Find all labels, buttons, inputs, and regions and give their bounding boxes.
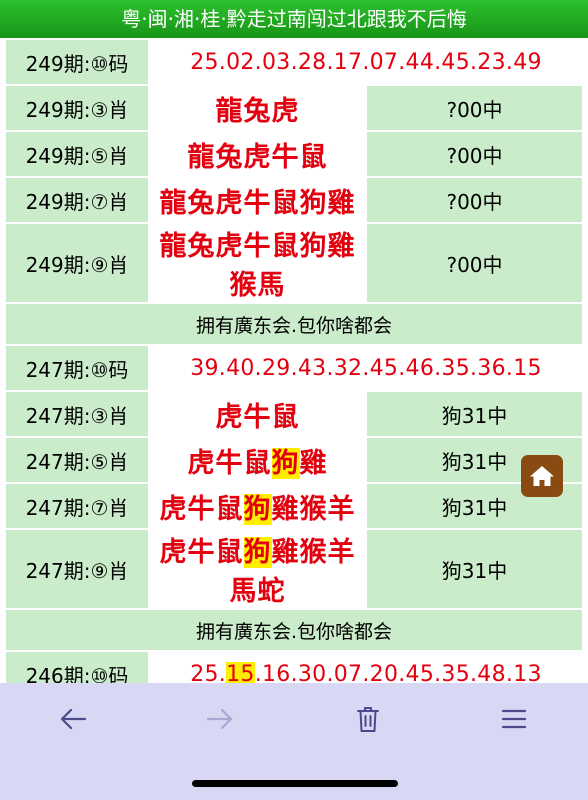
trash-icon <box>357 707 379 732</box>
back-button[interactable] <box>53 699 93 739</box>
number-text: 25. <box>190 661 227 684</box>
table-row: 249期:③肖 龍兔虎 ?00中 <box>4 84 584 132</box>
results-table-container[interactable]: 249期:⑩码 25.02.03.28.17.07.44.45.23.49 24… <box>0 38 588 683</box>
zodiac-picks: 龍兔虎牛鼠狗雞 <box>148 176 367 224</box>
table-row: 247期:⑩码 39.40.29.43.32.45.46.35.36.15 <box>4 344 584 392</box>
table-row: 247期:⑦肖 虎牛鼠狗雞猴羊 狗31中 <box>4 482 584 530</box>
zodiac-text: 雞猴羊 <box>271 493 356 525</box>
zodiac-picks: 龍兔虎牛鼠狗雞猴馬 <box>148 222 367 304</box>
zodiac-text: 虎牛鼠 <box>159 493 244 525</box>
page-header: 粤·闽·湘·桂·黔走过南闯过北跟我不后悔 <box>0 0 588 38</box>
number-picks: 25.02.03.28.17.07.44.45.23.49 <box>148 38 584 86</box>
menu-icon <box>501 709 527 729</box>
winning-highlight: 狗 <box>271 447 300 479</box>
zodiac-picks: 龍兔虎 <box>148 84 367 132</box>
number-text: .16.30.07.20.45.35.48.13 <box>254 661 542 684</box>
home-icon <box>530 466 554 486</box>
zodiac-picks: 虎牛鼠狗雞猴羊馬蛇 <box>148 528 367 610</box>
back-arrow-icon <box>60 708 87 730</box>
table-row: 249期:⑤肖 龍兔虎牛鼠 ?00中 <box>4 130 584 178</box>
home-indicator[interactable] <box>192 780 398 787</box>
zodiac-text: 虎牛鼠 <box>159 537 244 568</box>
menu-button[interactable] <box>494 699 534 739</box>
period-label: 249期:⑦肖 <box>4 176 150 224</box>
forward-button[interactable] <box>200 699 240 739</box>
forward-arrow-icon <box>206 708 233 730</box>
period-label: 247期:⑦肖 <box>4 482 150 530</box>
number-picks: 25.15.16.30.07.20.45.35.48.13 <box>148 650 584 684</box>
winning-highlight: 狗 <box>243 493 272 525</box>
home-button[interactable] <box>521 455 563 497</box>
result-cell: ?00中 <box>365 222 584 304</box>
table-row: 247期:③肖 虎牛鼠 狗31中 <box>4 390 584 438</box>
period-label: 249期:⑨肖 <box>4 222 150 304</box>
period-label: 249期:⑩码 <box>4 38 150 86</box>
delete-button[interactable] <box>348 699 388 739</box>
period-label: 249期:③肖 <box>4 84 150 132</box>
table-row: 249期:⑦肖 龍兔虎牛鼠狗雞 ?00中 <box>4 176 584 224</box>
period-label: 247期:③肖 <box>4 390 150 438</box>
header-title: 粤·闽·湘·桂·黔走过南闯过北跟我不后悔 <box>121 7 467 31</box>
winning-highlight: 15 <box>226 661 255 683</box>
table-row: 247期:⑤肖 虎牛鼠狗雞 狗31中 <box>4 436 584 484</box>
ad-banner: 拥有廣东会.包你啥都会 <box>4 302 584 346</box>
results-table: 249期:⑩码 25.02.03.28.17.07.44.45.23.49 24… <box>4 38 584 683</box>
table-row: 拥有廣东会.包你啥都会 <box>4 608 584 652</box>
result-cell: 狗31中 <box>365 528 584 610</box>
period-label: 246期:⑩码 <box>4 650 150 683</box>
table-row: 249期:⑩码 25.02.03.28.17.07.44.45.23.49 <box>4 38 584 86</box>
ad-banner: 拥有廣东会.包你啥都会 <box>4 608 584 652</box>
table-row: 246期:⑩码 25.15.16.30.07.20.45.35.48.13 <box>4 650 584 684</box>
result-cell: ?00中 <box>365 130 584 178</box>
result-cell: ?00中 <box>365 176 584 224</box>
zodiac-picks: 虎牛鼠狗雞猴羊 <box>148 482 367 530</box>
zodiac-picks: 龍兔虎牛鼠 <box>148 130 367 178</box>
number-picks: 39.40.29.43.32.45.46.35.36.15 <box>148 344 584 392</box>
result-cell: 狗31中 <box>365 390 584 438</box>
zodiac-picks: 虎牛鼠 <box>148 390 367 438</box>
result-cell: ?00中 <box>365 84 584 132</box>
period-label: 247期:⑩码 <box>4 344 150 392</box>
period-label: 249期:⑤肖 <box>4 130 150 178</box>
zodiac-text: 雞 <box>299 447 328 479</box>
table-row: 247期:⑨肖 虎牛鼠狗雞猴羊馬蛇 狗31中 <box>4 528 584 610</box>
zodiac-text: 虎牛鼠 <box>187 447 272 479</box>
period-label: 247期:⑨肖 <box>4 528 150 610</box>
period-label: 247期:⑤肖 <box>4 436 150 484</box>
table-row: 拥有廣东会.包你啥都会 <box>4 302 584 346</box>
winning-highlight: 狗 <box>243 537 272 568</box>
table-row: 249期:⑨肖 龍兔虎牛鼠狗雞猴馬 ?00中 <box>4 222 584 304</box>
zodiac-picks: 虎牛鼠狗雞 <box>148 436 367 484</box>
